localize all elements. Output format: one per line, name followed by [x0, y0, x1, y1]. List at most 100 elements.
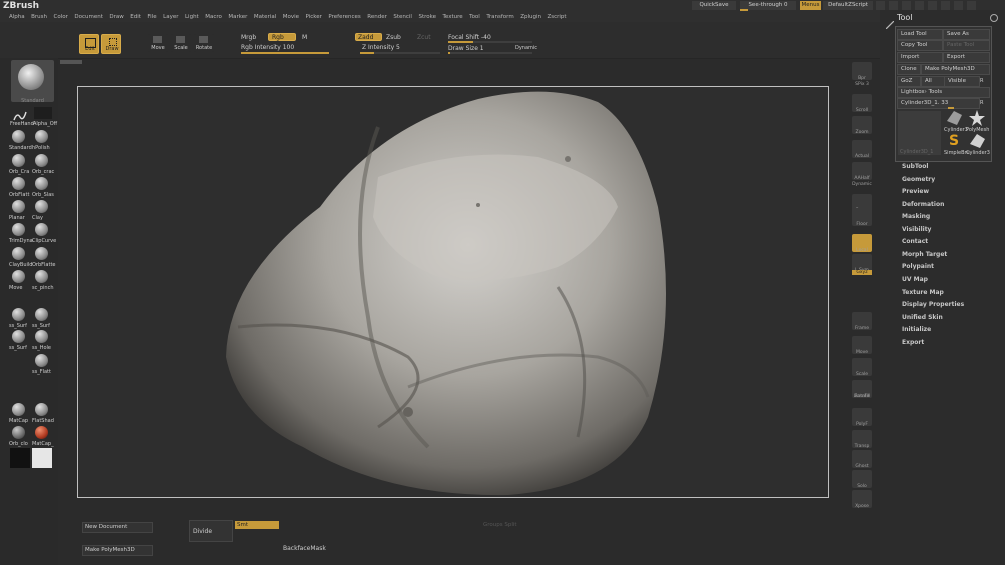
layout-icon[interactable]	[928, 1, 937, 10]
backface-mask-button[interactable]: BackfaceMask	[283, 545, 326, 552]
primary-color-swatch[interactable]	[10, 448, 30, 468]
current-tool-r-button[interactable]: R	[980, 100, 983, 106]
import-button[interactable]: Import	[897, 52, 943, 63]
menu-marker[interactable]: Marker	[228, 14, 247, 20]
freehand-stroke-icon[interactable]	[13, 107, 27, 121]
section-preview[interactable]: Preview	[902, 188, 929, 195]
rgb-button[interactable]: Rgb	[268, 33, 296, 41]
lightbox-tools-button[interactable]: Lightbox› Tools	[897, 87, 990, 98]
export-button[interactable]: Export	[943, 52, 990, 63]
material-matcap-icon[interactable]	[35, 426, 48, 439]
load-tool-button[interactable]: Load Tool	[897, 29, 943, 40]
brush-sc-pinch-icon[interactable]	[35, 270, 48, 283]
m-button[interactable]: M	[302, 34, 307, 41]
goz-r-button[interactable]: R	[980, 78, 983, 84]
menu-preferences[interactable]: Preferences	[328, 14, 360, 20]
goz-button[interactable]: GoZ	[897, 76, 921, 87]
menu-transform[interactable]: Transform	[486, 14, 513, 20]
maximize-icon[interactable]	[954, 1, 963, 10]
new-document-button[interactable]: New Document	[82, 522, 153, 533]
secondary-color-swatch[interactable]	[32, 448, 52, 468]
cylinder2-thumb[interactable]	[968, 133, 986, 149]
gxyz-label[interactable]: Gxyz	[852, 270, 872, 275]
polymesh-star-thumb[interactable]	[968, 110, 986, 126]
section-masking[interactable]: Masking	[902, 213, 930, 220]
default-zscript-button[interactable]: DefaultZScript	[823, 1, 873, 10]
line-fill-label[interactable]: Line Fill	[849, 394, 875, 399]
brush-hpolish-icon[interactable]	[35, 130, 48, 143]
brush-orb-crac-icon[interactable]	[35, 154, 48, 167]
section-export[interactable]: Export	[902, 339, 924, 346]
brush-clay-icon[interactable]	[35, 200, 48, 213]
minimize-icon[interactable]	[941, 1, 950, 10]
menu-file[interactable]: File	[147, 14, 156, 20]
current-brush-preview[interactable]	[11, 60, 54, 102]
spix-3-label[interactable]: SPix 3	[849, 82, 875, 87]
section-unified-skin[interactable]: Unified Skin	[902, 314, 943, 321]
section-morph-target[interactable]: Morph Target	[902, 251, 947, 258]
dynamic-button[interactable]: Dynamic	[515, 45, 537, 51]
palette-dock-icon[interactable]	[990, 14, 998, 22]
current-tool-slider[interactable]: Cylinder3D_1. 33	[897, 98, 980, 109]
menu-edit[interactable]: Edit	[130, 14, 141, 20]
material-orbclo-icon[interactable]	[12, 426, 25, 439]
menu-layer[interactable]: Layer	[163, 14, 178, 20]
all-button[interactable]: All	[921, 76, 945, 87]
menu-stencil[interactable]: Stencil	[393, 14, 412, 20]
make-polymesh-bottom-button[interactable]: Make PolyMesh3D	[82, 545, 153, 556]
section-geometry[interactable]: Geometry	[902, 176, 935, 183]
z-intensity-slider[interactable]	[360, 52, 440, 54]
document-canvas[interactable]	[77, 86, 829, 498]
simplebrush-icon[interactable]: S	[946, 133, 962, 149]
menu-zscript[interactable]: Zscript	[547, 14, 566, 20]
menu-brush[interactable]: Brush	[31, 14, 47, 20]
dynamic-label[interactable]: Dynamic	[849, 182, 875, 187]
zsub-button[interactable]: Zsub	[386, 34, 401, 41]
brush-ss-surf-icon[interactable]	[12, 308, 25, 321]
zcut-button[interactable]: Zcut	[417, 34, 431, 41]
layout-icon[interactable]	[889, 1, 898, 10]
draw-button[interactable]: Draw	[101, 34, 121, 54]
divide-button[interactable]: Divide	[189, 520, 233, 542]
section-texture-map[interactable]: Texture Map	[902, 289, 944, 296]
brush-claybuild-icon[interactable]	[12, 247, 25, 260]
menu-render[interactable]: Render	[367, 14, 387, 20]
layout-icon[interactable]	[876, 1, 885, 10]
section-visibility[interactable]: Visibility	[902, 226, 931, 233]
brush-orbflatt-icon[interactable]	[12, 177, 25, 190]
brush-standard-icon[interactable]	[12, 130, 25, 143]
section-deformation[interactable]: Deformation	[902, 201, 944, 208]
section-uv-map[interactable]: UV Map	[902, 276, 928, 283]
section-subtool[interactable]: SubTool	[902, 163, 928, 170]
section-display-properties[interactable]: Display Properties	[902, 301, 964, 308]
see-through-slider[interactable]: See-through 0	[740, 1, 796, 10]
menu-color[interactable]: Color	[54, 14, 68, 20]
brush-clipcurve-icon[interactable]	[35, 223, 48, 236]
brush-planar-icon[interactable]	[12, 200, 25, 213]
menu-light[interactable]: Light	[185, 14, 199, 20]
section-contact[interactable]: Contact	[902, 238, 928, 245]
edit-button[interactable]: Edit	[79, 34, 99, 54]
save-as-button[interactable]: Save As	[943, 29, 990, 40]
close-icon[interactable]	[967, 1, 976, 10]
mrgb-button[interactable]: Mrgb	[241, 34, 256, 41]
brush-orb-slas-icon[interactable]	[35, 177, 48, 190]
draw-size-slider[interactable]	[448, 52, 532, 54]
rotate-button[interactable]: Rotate	[194, 34, 214, 52]
material-flatshad-icon[interactable]	[35, 403, 48, 416]
zadd-button[interactable]: Zadd	[355, 33, 382, 41]
brush-ss-flatt-icon[interactable]	[35, 354, 48, 367]
brush-ss-hole-icon[interactable]	[35, 330, 48, 343]
menu-picker[interactable]: Picker	[306, 14, 322, 20]
menu-zplugin[interactable]: Zplugin	[520, 14, 541, 20]
focal-shift-slider[interactable]	[448, 41, 532, 43]
section-initialize[interactable]: Initialize	[902, 326, 931, 333]
brush-trimdyna-icon[interactable]	[12, 223, 25, 236]
brush-orbflatte-icon[interactable]	[35, 247, 48, 260]
brush-ss-surf-icon[interactable]	[35, 308, 48, 321]
clone-button[interactable]: Clone	[897, 64, 921, 75]
menu-material[interactable]: Material	[254, 14, 276, 20]
cylinder-thumb[interactable]	[945, 110, 963, 126]
material-matcap-icon[interactable]	[12, 403, 25, 416]
section-polypaint[interactable]: Polypaint	[902, 263, 934, 270]
